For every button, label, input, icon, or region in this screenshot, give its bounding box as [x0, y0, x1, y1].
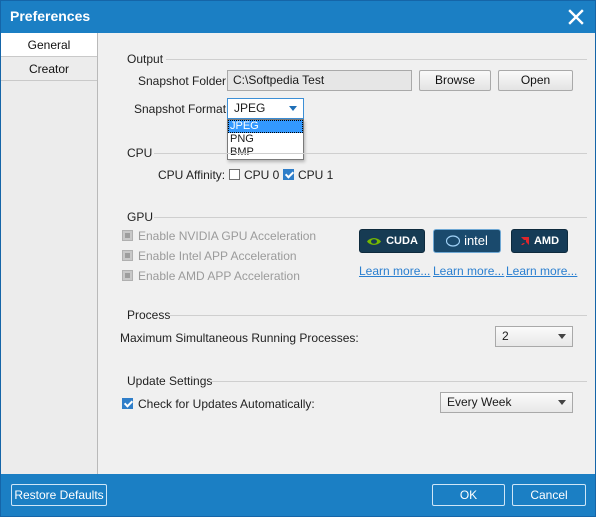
snapshot-format-label: Snapshot Format: [134, 102, 230, 116]
update-frequency-value: Every Week [447, 395, 512, 409]
auto-update-label: Check for Updates Automatically: [138, 397, 315, 411]
restore-defaults-button[interactable]: Restore Defaults [11, 484, 107, 506]
amd-acceleration-checkbox[interactable] [122, 270, 133, 281]
update-section-title: Update Settings [127, 374, 213, 388]
gpu-section-title: GPU [127, 210, 154, 224]
sidebar-item-creator[interactable]: Creator [1, 57, 97, 81]
intel-acceleration-checkbox[interactable] [122, 250, 133, 261]
learn-more-amd-link[interactable]: Learn more... [506, 264, 577, 278]
snapshot-format-value: JPEG [234, 101, 266, 115]
intel-badge-label: intel [464, 233, 488, 248]
amd-badge[interactable]: AMD [511, 229, 568, 253]
close-button[interactable] [565, 6, 587, 28]
output-section-title: Output [127, 52, 164, 66]
learn-more-intel-link[interactable]: Learn more... [433, 264, 504, 278]
close-icon [568, 9, 584, 25]
amd-acceleration-label: Enable AMD APP Acceleration [138, 269, 300, 283]
max-processes-label: Maximum Simultaneous Running Processes: [120, 331, 359, 345]
chevron-down-icon [558, 400, 566, 405]
max-processes-select[interactable]: 2 [495, 326, 573, 347]
settings-panel: Output Snapshot Folder: C:\Softpedia Tes… [98, 33, 595, 474]
process-section-title: Process [127, 308, 171, 322]
chevron-down-icon [558, 334, 566, 339]
nvidia-eye-icon [367, 237, 382, 245]
auto-update-checkbox[interactable] [122, 398, 133, 409]
window-title: Preferences [10, 8, 91, 24]
open-button[interactable]: Open [498, 70, 573, 91]
section-divider [170, 315, 587, 316]
nvidia-acceleration-checkbox[interactable] [122, 230, 133, 241]
cpu1-checkbox[interactable] [283, 169, 294, 180]
sidebar-item-label: General [27, 38, 71, 52]
intel-inside-icon [446, 235, 461, 247]
section-divider [154, 153, 587, 154]
format-option-png[interactable]: PNG [228, 133, 303, 146]
chevron-down-icon [289, 106, 297, 111]
cancel-button[interactable]: Cancel [512, 484, 586, 506]
amd-badge-label: AMD [533, 235, 560, 247]
update-frequency-select[interactable]: Every Week [440, 392, 573, 413]
sidebar-item-label: Creator [28, 62, 69, 76]
cpu0-checkbox[interactable] [229, 169, 240, 180]
sidebar-item-general[interactable]: General [1, 33, 97, 57]
title-bar: Preferences [1, 1, 595, 33]
preferences-window: Preferences General Creator Output Snaps… [0, 0, 596, 517]
format-option-jpeg[interactable]: JPEG [228, 120, 303, 133]
nvidia-acceleration-label: Enable NVIDIA GPU Acceleration [138, 229, 317, 243]
snapshot-format-select[interactable]: JPEG [227, 98, 304, 119]
cuda-badge-label: CUDA [386, 235, 418, 247]
amd-logo-icon [520, 237, 529, 245]
ok-button[interactable]: OK [432, 484, 505, 506]
section-divider [210, 381, 587, 382]
intel-acceleration-label: Enable Intel APP Acceleration [138, 249, 297, 263]
snapshot-folder-field[interactable]: C:\Softpedia Test [227, 70, 412, 91]
sidebar: General Creator [1, 33, 98, 474]
cpu1-label: CPU 1 [298, 168, 334, 182]
dialog-footer: Restore Defaults OK Cancel [1, 474, 595, 516]
section-divider [166, 59, 587, 60]
cpu-section-title: CPU [127, 146, 153, 160]
browse-button[interactable]: Browse [419, 70, 491, 91]
section-divider [154, 217, 587, 218]
cpu0-label: CPU 0 [244, 168, 280, 182]
snapshot-folder-label: Snapshot Folder: [138, 74, 230, 88]
cpu-affinity-label: CPU Affinity: [158, 168, 226, 182]
learn-more-cuda-link[interactable]: Learn more... [359, 264, 430, 278]
max-processes-value: 2 [502, 329, 509, 343]
intel-badge[interactable]: intel [433, 229, 501, 253]
nvidia-cuda-badge[interactable]: CUDA [359, 229, 425, 253]
